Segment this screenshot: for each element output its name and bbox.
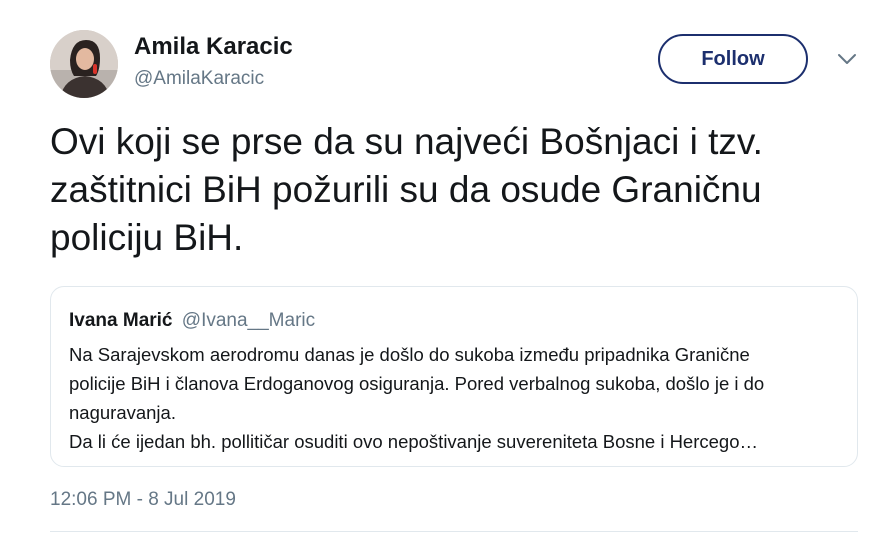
author-handle[interactable]: @AmilaKaracic bbox=[134, 68, 264, 90]
quoted-tweet-card[interactable]: Ivana Marić @Ivana__Maric Na Sarajevskom… bbox=[50, 286, 858, 467]
quoted-author-name: Ivana Marić bbox=[69, 310, 173, 331]
tweet-timestamp[interactable]: 12:06 PM - 8 Jul 2019 bbox=[50, 489, 236, 511]
quoted-tweet-text: Na Sarajevskom aerodromu danas je došlo … bbox=[69, 344, 765, 452]
quoted-author-handle: @Ivana__Maric bbox=[181, 310, 316, 331]
divider bbox=[50, 531, 858, 532]
tweet-text: Ovi koji se prse da su najveći Bošnjaci … bbox=[50, 121, 763, 258]
chevron-down-icon[interactable] bbox=[836, 52, 858, 66]
quoted-tweet-header: Ivana Marić @Ivana__Maric bbox=[69, 310, 315, 332]
author-name[interactable]: Amila Karacic bbox=[134, 33, 293, 61]
tweet-container: Amila Karacic @AmilaKaracic Follow Ovi k… bbox=[0, 0, 886, 537]
author-avatar[interactable] bbox=[50, 30, 118, 98]
follow-button[interactable]: Follow bbox=[658, 34, 808, 84]
avatar-image bbox=[50, 30, 118, 98]
